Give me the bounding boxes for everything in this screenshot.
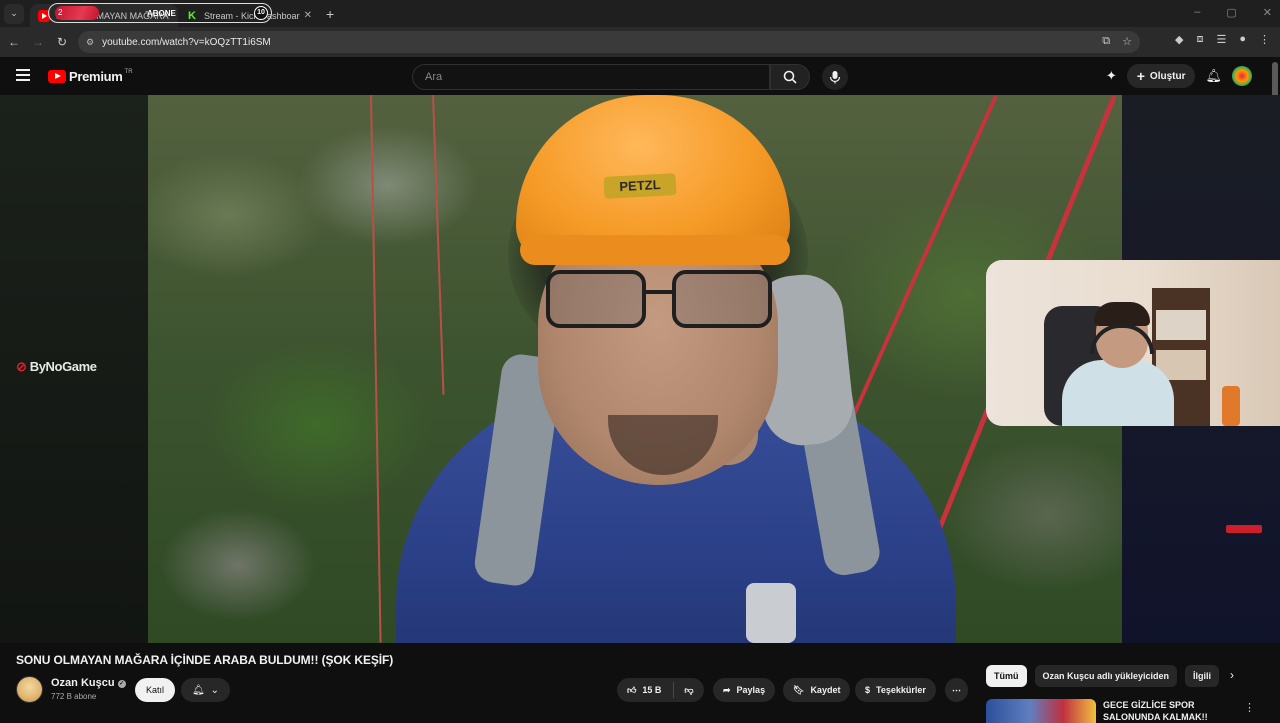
dislike-icon[interactable]: 👎︎ <box>684 685 693 696</box>
site-info-icon[interactable]: ⚙ <box>86 37 94 48</box>
helmet-rim <box>520 235 790 265</box>
like-dislike-group: 👍︎ 15 B 👎︎ <box>617 678 704 702</box>
overlay-count: 10 <box>254 6 268 20</box>
reload-icon[interactable]: ↻ <box>50 35 74 49</box>
stream-side-panel-left: ⊘ ByNoGame <box>0 95 148 643</box>
share-button[interactable]: ➦ Paylaş <box>713 678 776 702</box>
more-icon: ⋯ <box>952 684 961 695</box>
search-placeholder: Ara <box>425 71 443 83</box>
thanks-button[interactable]: $ Teşekkürler <box>855 678 936 702</box>
browser-toolbar: ← → ↻ ⚙ youtube.com/watch?v=kOQzTT1i6SM … <box>0 27 1280 57</box>
bynogame-mark-icon: ⊘ <box>16 359 27 374</box>
url-text: youtube.com/watch?v=kOQzTT1i6SM <box>102 36 271 48</box>
microphone-icon <box>829 71 841 84</box>
new-tab-button[interactable]: + <box>326 6 334 22</box>
address-bar[interactable]: ⚙ youtube.com/watch?v=kOQzTT1i6SM ⧉ ☆ <box>78 31 1140 53</box>
close-tab-icon[interactable]: ✕ <box>304 10 312 21</box>
glasses <box>546 270 776 330</box>
logo-text: Premium <box>69 69 123 84</box>
share-label: Paylaş <box>736 685 766 695</box>
premium-sparkle-icon[interactable]: ✦ <box>1106 68 1117 84</box>
carabiner <box>746 583 796 643</box>
video-player[interactable]: PETZL <box>148 95 1122 643</box>
account-avatar[interactable] <box>1232 66 1252 86</box>
youtube-masthead: Premium TR Ara ✦ + Oluştur 🔔︎ <box>0 57 1280 95</box>
profile-icon[interactable]: ● <box>1239 33 1246 46</box>
rope <box>432 95 445 395</box>
sponsor-logo: ⊘ ByNoGame <box>16 359 97 375</box>
logo-country: TR <box>124 69 133 75</box>
voice-search-button[interactable] <box>822 64 848 90</box>
stream-overlay-subscriber-alert: 2 ABONE 10 <box>48 3 272 23</box>
water-bottle <box>1222 386 1240 426</box>
create-label: Oluştur <box>1149 70 1186 82</box>
overlay-badge: 2 <box>55 6 99 20</box>
recommended-video-title[interactable]: GECE GİZLİCE SPOR SALONUNDA KALMAK!! <box>1103 699 1223 723</box>
share-icon: ➦ <box>723 684 731 695</box>
create-button[interactable]: + Oluştur <box>1126 64 1196 88</box>
thanks-icon: $ <box>865 685 871 695</box>
extension-diamond-icon[interactable]: ◆ <box>1175 33 1183 46</box>
minimize-icon[interactable]: – <box>1194 6 1200 19</box>
search-button[interactable] <box>770 64 810 90</box>
chevron-down-icon: ⌄ <box>10 8 18 18</box>
thanks-label: Teşekkürler <box>876 685 926 695</box>
bell-icon: 🔔︎ <box>191 684 205 696</box>
subscriber-count: 772 B abone <box>51 692 97 701</box>
rope <box>370 95 382 643</box>
chevron-down-icon: ⌄ <box>210 684 220 696</box>
save-button[interactable]: 🔖︎ Kaydet <box>783 678 851 702</box>
channel-name-text: Ozan Kuşcu <box>51 677 115 689</box>
search-icon <box>783 70 797 84</box>
video-details: SONU OLMAYAN MAĞARA İÇİNDE ARABA BULDUM!… <box>0 643 1280 723</box>
join-button[interactable]: Katıl <box>135 678 175 702</box>
chip-related[interactable]: İlgili <box>1185 665 1220 687</box>
plus-icon: + <box>1136 68 1145 84</box>
save-icon: 🔖︎ <box>793 684 805 695</box>
tab-search-button[interactable]: ⌄ <box>4 3 24 24</box>
divider <box>673 682 675 698</box>
overlay-label: ABONE <box>147 8 176 18</box>
bookmark-star-icon[interactable]: ☆ <box>1122 35 1132 48</box>
chip-from-uploader[interactable]: Ozan Kuşcu adlı yükleyiciden <box>1034 665 1178 687</box>
forward-icon[interactable]: → <box>26 35 50 49</box>
channel-name[interactable]: Ozan Kuşcu ✓ <box>51 677 126 689</box>
video-title: SONU OLMAYAN MAĞARA İÇİNDE ARABA BULDUM!… <box>16 653 394 667</box>
extension-icons: ◆ ⧈ ☰ ● ⋮ <box>1175 33 1270 46</box>
more-actions-button[interactable]: ⋯ <box>945 678 968 702</box>
close-window-icon[interactable]: ✕ <box>1263 6 1272 19</box>
streamer-webcam <box>986 260 1280 426</box>
maximize-icon[interactable]: ▢ <box>1226 6 1236 19</box>
omnibox-actions: ⧉ ☆ <box>1102 35 1132 48</box>
save-label: Kaydet <box>810 685 841 695</box>
streamer-hair <box>1094 302 1150 326</box>
subscription-bell-button[interactable]: 🔔︎ ⌄ <box>181 678 230 702</box>
browser-menu-icon[interactable]: ⋮ <box>1259 33 1270 46</box>
recommendation-filter-chips: Tümü Ozan Kuşcu adlı yükleyiciden İlgili <box>986 665 1220 687</box>
channel-avatar[interactable] <box>16 676 43 703</box>
notifications-bell-icon[interactable]: 🔔︎ <box>1205 68 1222 84</box>
masthead-actions: ✦ + Oluştur 🔔︎ <box>1106 64 1252 88</box>
sponsor-name: ByNoGame <box>29 359 97 374</box>
streamer-body <box>1062 360 1174 426</box>
reading-list-icon[interactable]: ☰ <box>1216 33 1226 46</box>
menu-icon[interactable] <box>16 69 30 81</box>
search-input[interactable]: Ara <box>412 64 770 90</box>
like-icon[interactable]: 👍︎ <box>627 685 636 696</box>
chip-all[interactable]: Tümü <box>986 665 1027 687</box>
more-vert-icon[interactable]: ⋮ <box>1244 701 1255 714</box>
subscribe-watermark-badge <box>1226 525 1262 533</box>
browser-tab-bar: ⌄ SONU OLMAYAN MAĞARA K Stream - Kick Da… <box>0 0 1280 27</box>
like-count[interactable]: 15 B <box>642 685 661 695</box>
chevron-right-icon[interactable]: › <box>1230 668 1234 682</box>
recommended-video-thumbnail[interactable] <box>986 699 1096 723</box>
window-controls: – ▢ ✕ <box>1194 6 1272 19</box>
youtube-logo[interactable]: Premium TR <box>48 69 133 84</box>
extensions-puzzle-icon[interactable]: ⧈ <box>1196 33 1203 46</box>
helmet-logo: PETZL <box>603 173 677 199</box>
install-app-icon[interactable]: ⧉ <box>1102 35 1110 48</box>
back-icon[interactable]: ← <box>2 35 26 49</box>
youtube-play-icon <box>48 70 66 83</box>
verified-icon: ✓ <box>117 680 126 688</box>
